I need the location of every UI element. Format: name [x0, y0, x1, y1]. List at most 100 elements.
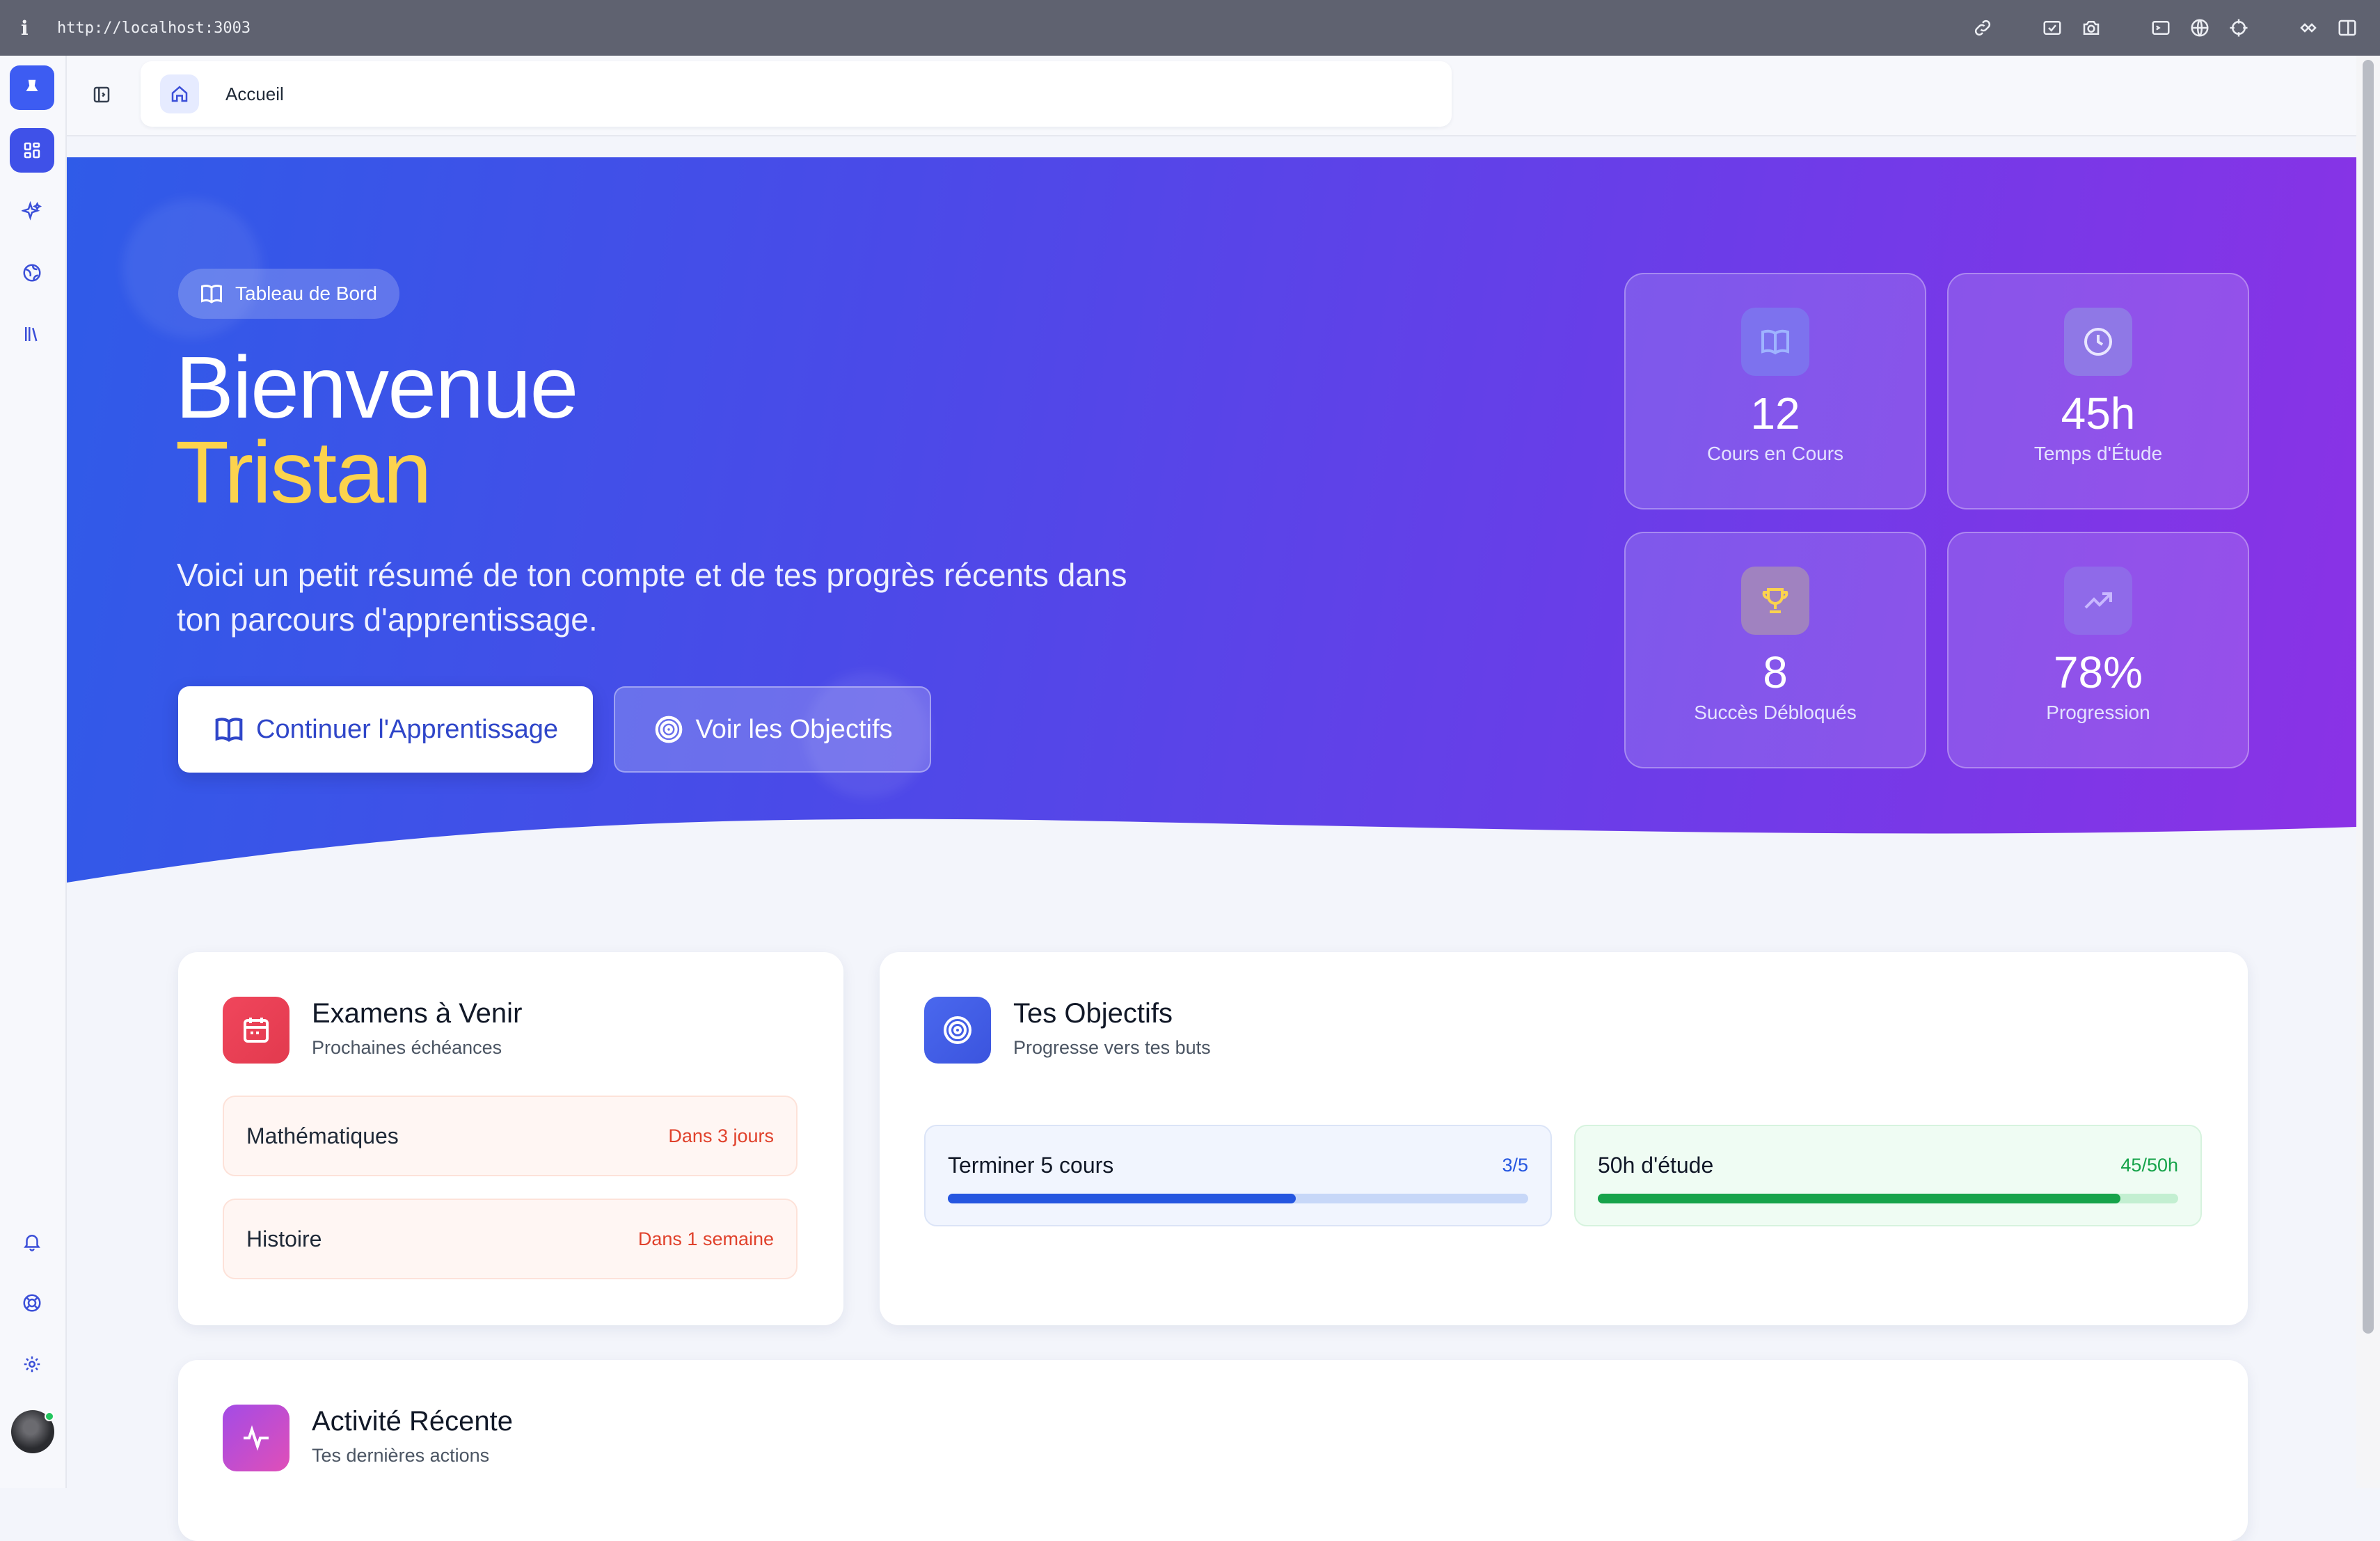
goal-value: 3/5: [1502, 1155, 1528, 1176]
goal-name: 50h d'étude: [1598, 1153, 1714, 1178]
exam-name: Histoire: [246, 1226, 322, 1251]
continue-learning-button[interactable]: Continuer l'Apprentissage: [178, 686, 593, 773]
stat-value: 12: [1750, 388, 1800, 438]
site-info-icon[interactable]: i: [21, 17, 57, 40]
stat-card-achievements: 8 Succès Débloqués: [1624, 532, 1926, 768]
top-header: Accueil: [67, 56, 2356, 136]
dashboard-icon: [24, 142, 40, 159]
bell-icon: [24, 1235, 40, 1251]
stat-icon-bg: [2064, 567, 2132, 635]
stat-icon-bg: [1741, 567, 1809, 635]
goals-card: Tes Objectifs Progresse vers tes buts Te…: [880, 952, 2248, 1325]
dashboard-badge: Tableau de Bord: [178, 269, 399, 319]
trending-up-icon: [2084, 592, 2112, 609]
hero-subtitle: Voici un petit résumé de ton compte et d…: [177, 557, 1127, 638]
greeting-title: Bienvenue: [175, 338, 578, 436]
library-icon: [25, 327, 38, 342]
crosshair-icon[interactable]: [2227, 16, 2251, 40]
globe-icon[interactable]: [2188, 16, 2212, 40]
browser-tools: [1955, 16, 2359, 40]
stat-value: 45h: [2061, 388, 2136, 438]
address-bar[interactable]: http://localhost:3003: [57, 19, 251, 37]
exam-item[interactable]: Histoire Dans 1 semaine: [223, 1199, 798, 1279]
continue-learning-label: Continuer l'Apprentissage: [256, 714, 558, 744]
exams-subtitle: Prochaines échéances: [312, 1037, 502, 1058]
sidebar-item-help[interactable]: [10, 1281, 54, 1325]
goal-progress-bar: [1598, 1194, 2178, 1203]
page-scrollbar[interactable]: [2356, 56, 2380, 1488]
calendar-icon: [244, 1018, 269, 1043]
activity-pulse-icon: [244, 1425, 269, 1451]
stat-value: 78%: [2053, 647, 2143, 697]
left-sidebar: [0, 56, 67, 1488]
goals-subtitle: Progresse vers tes buts: [1013, 1037, 1211, 1058]
stat-card-progress: 78% Progression: [1947, 532, 2249, 768]
badge-label: Tableau de Bord: [235, 283, 377, 304]
trophy-icon: [1762, 588, 1788, 613]
book-icon: [1761, 329, 1789, 355]
hero-wave: [67, 819, 2356, 883]
sidebar-panel-icon[interactable]: [2335, 16, 2359, 40]
stat-value: 8: [1763, 647, 1788, 697]
goal-name: Terminer 5 cours: [948, 1153, 1114, 1178]
gear-icon: [24, 1356, 40, 1373]
app-logo[interactable]: [10, 65, 54, 110]
clock-icon: [2084, 328, 2112, 356]
goals-title: Tes Objectifs: [1013, 998, 1173, 1029]
target-icon: [655, 716, 682, 743]
goal-value: 45/50h: [2120, 1155, 2178, 1176]
activity-card: Activité Récente Tes dernières actions: [178, 1360, 2248, 1541]
breadcrumb-current[interactable]: Accueil: [225, 84, 284, 105]
goal-progress-fill: [1598, 1194, 2120, 1203]
exams-title: Examens à Venir: [312, 998, 523, 1029]
stat-label: Succès Débloqués: [1694, 702, 1857, 723]
stat-card-study-time: 45h Temps d'Étude: [1947, 273, 2249, 509]
stat-label: Cours en Cours: [1706, 443, 1844, 464]
lifebuoy-icon: [23, 1294, 41, 1312]
online-status-dot: [45, 1412, 54, 1421]
sidebar-item-ai[interactable]: [10, 189, 54, 234]
globe-icon: [23, 264, 41, 282]
sidebar-toggle-button[interactable]: [88, 81, 116, 109]
exam-icon-bg: [223, 997, 289, 1064]
goal-icon-bg: [924, 997, 991, 1064]
exams-card: Examens à Venir Prochaines échéances Mat…: [178, 952, 843, 1325]
stat-icon-bg: [2064, 308, 2132, 376]
book-open-icon: [201, 285, 222, 303]
sidebar-item-library[interactable]: [10, 312, 54, 356]
stat-label: Temps d'Étude: [2033, 443, 2163, 464]
screenshot-icon[interactable]: [2040, 16, 2064, 40]
exam-item[interactable]: Mathématiques Dans 3 jours: [223, 1096, 798, 1176]
sidebar-item-settings[interactable]: [10, 1342, 54, 1386]
view-goals-button[interactable]: Voir les Objectifs: [614, 686, 931, 773]
goal-progress-fill: [948, 1194, 1296, 1203]
sidebar-item-dashboard[interactable]: [10, 128, 54, 173]
hero-banner: Tableau de Bord Bienvenue Tristan Voici …: [67, 157, 2356, 883]
panel-toggle-icon: [93, 86, 110, 103]
activity-title: Activité Récente: [312, 1406, 514, 1437]
exam-name: Mathématiques: [246, 1123, 399, 1148]
scrollbar-thumb[interactable]: [2363, 60, 2374, 1334]
activity-subtitle: Tes dernières actions: [312, 1445, 490, 1466]
user-name: Tristan: [175, 423, 431, 521]
activity-icon-bg: [223, 1405, 289, 1471]
user-avatar[interactable]: [11, 1410, 54, 1453]
sidebar-item-explore[interactable]: [10, 251, 54, 295]
book-open-icon: [215, 718, 243, 742]
breadcrumb: Accueil: [141, 61, 1452, 127]
view-goals-label: Voir les Objectifs: [695, 714, 893, 744]
camera-icon[interactable]: [2079, 16, 2103, 40]
goal-progress-bar: [948, 1194, 1528, 1203]
terminal-icon[interactable]: [2149, 16, 2173, 40]
stat-card-courses: 12 Cours en Cours: [1624, 273, 1926, 509]
goal-item[interactable]: 50h d'étude 45/50h: [1574, 1125, 2202, 1226]
goal-item[interactable]: Terminer 5 cours 3/5: [924, 1125, 1552, 1226]
stat-icon-bg: [1741, 308, 1809, 376]
sparkles-icon: [22, 201, 42, 221]
extensions-icon[interactable]: [2296, 16, 2320, 40]
browser-toolbar: i http://localhost:3003: [0, 0, 2380, 56]
stat-label: Progression: [2046, 702, 2150, 723]
sidebar-item-notifications[interactable]: [10, 1219, 54, 1264]
link-icon[interactable]: [1971, 16, 1994, 40]
home-icon[interactable]: [160, 74, 199, 113]
